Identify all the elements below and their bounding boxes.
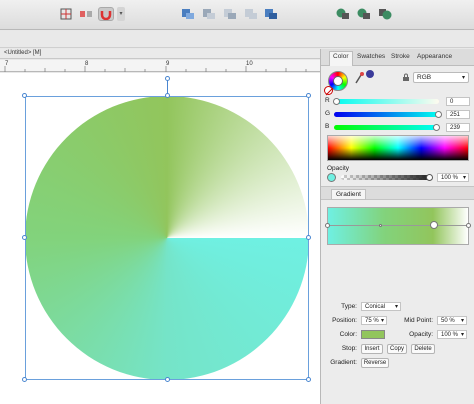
context-toolbar: [0, 31, 474, 48]
gradient-panel-header: Gradient: [321, 186, 474, 200]
chevron-down-icon: ▾: [394, 304, 398, 310]
position-label: Position:: [332, 317, 357, 324]
snap-magnet-icon[interactable]: [98, 7, 114, 21]
color-spectrum[interactable]: [327, 135, 469, 161]
gradient-stop-selected[interactable]: [430, 221, 438, 229]
gradient-type-select[interactable]: Conical ▾: [361, 302, 401, 311]
ruler-label: 7: [5, 61, 9, 67]
opacity-value-field[interactable]: 100 % ▾: [437, 173, 469, 182]
eyedropper-icon[interactable]: [354, 71, 364, 85]
blue-slider[interactable]: [334, 125, 439, 130]
ruler-label: 10: [246, 61, 253, 67]
stop-label: Stop:: [341, 345, 357, 352]
color-model-value: RGB: [417, 74, 432, 81]
tab-swatches[interactable]: Swatches: [354, 52, 388, 61]
gradient-midpoint[interactable]: [379, 224, 382, 227]
stop-opacity-value: 100 %: [441, 332, 459, 338]
gradient-stop[interactable]: [325, 223, 330, 228]
green-slider-knob[interactable]: [435, 111, 442, 118]
resize-handle-top-left[interactable]: [22, 93, 27, 98]
color-label: Color:: [339, 331, 357, 338]
stop-opacity-label: Opacity:: [409, 331, 433, 338]
red-slider-knob[interactable]: [333, 98, 340, 105]
boolean-add-icon[interactable]: [180, 7, 196, 21]
gradient-type-value: Conical: [365, 304, 386, 310]
rotation-handle[interactable]: [165, 76, 170, 81]
tab-appearance[interactable]: Appearance: [414, 52, 455, 61]
color-model-select[interactable]: RGB ▾: [413, 72, 469, 83]
midpoint-field[interactable]: 50 % ▾: [437, 316, 467, 325]
opacity-swatch: [327, 173, 336, 182]
chevron-down-icon: ▾: [380, 318, 384, 324]
no-fill-icon[interactable]: [324, 86, 334, 96]
resize-handle-right[interactable]: [306, 235, 311, 240]
green-value-field[interactable]: 251: [446, 110, 470, 119]
gradient-stop[interactable]: [466, 223, 471, 228]
delete-stop-button[interactable]: Delete: [411, 344, 435, 354]
resize-handle-left[interactable]: [22, 235, 27, 240]
boolean-divide-icon[interactable]: [263, 7, 279, 21]
chevron-down-icon: ▾: [461, 75, 465, 81]
blue-slider-knob[interactable]: [433, 124, 440, 131]
horizontal-ruler: 7 8 9 10: [0, 60, 320, 72]
midpoint-value: 50 %: [441, 318, 455, 324]
opacity-slider[interactable]: [341, 175, 431, 180]
canvas[interactable]: [0, 73, 320, 404]
green-label: G: [325, 110, 331, 117]
lock-icon[interactable]: [402, 73, 410, 81]
position-field[interactable]: 75 % ▾: [361, 316, 387, 325]
ruler-ticks: [4, 66, 307, 72]
position-value: 75 %: [365, 318, 379, 324]
align-icon[interactable]: [78, 7, 94, 21]
chevron-down-icon: ▾: [460, 318, 464, 324]
document-tab-label: <Untitled> [M]: [4, 50, 42, 56]
insert-stop-button[interactable]: Insert: [361, 344, 383, 354]
selection-bounding-box: [25, 96, 309, 380]
document-tab[interactable]: <Untitled> [M]: [0, 49, 320, 59]
arrange-back-icon[interactable]: [335, 7, 351, 21]
stop-opacity-field[interactable]: 100 % ▾: [437, 330, 467, 339]
resize-handle-top-right[interactable]: [306, 93, 311, 98]
type-label: Type:: [341, 303, 357, 310]
opacity-slider-knob[interactable]: [426, 174, 433, 181]
tab-color[interactable]: Color: [329, 51, 353, 66]
red-label: R: [325, 97, 330, 104]
tab-gradient[interactable]: Gradient: [331, 189, 366, 200]
resize-handle-bottom-right[interactable]: [306, 377, 311, 382]
fill-swatch[interactable]: [333, 76, 343, 86]
stop-color-chip[interactable]: [361, 330, 385, 339]
panel-tab-bar: Color Swatches Stroke Appearance: [321, 49, 474, 66]
blue-value-field[interactable]: 239: [446, 123, 470, 132]
resize-handle-bottom-left[interactable]: [22, 377, 27, 382]
toolbar: ▾: [0, 0, 474, 30]
gradient-label: Gradient:: [330, 359, 357, 366]
red-slider[interactable]: [334, 99, 439, 104]
blue-label: B: [325, 123, 330, 130]
tab-stroke[interactable]: Stroke: [388, 52, 413, 61]
arrange-front-icon[interactable]: [377, 7, 393, 21]
opacity-value: 100 %: [441, 175, 459, 181]
resize-handle-top[interactable]: [165, 93, 170, 98]
gradient-preview-bar[interactable]: [327, 207, 469, 245]
opacity-label: Opacity: [327, 165, 350, 172]
arrange-group-icon[interactable]: [356, 7, 372, 21]
ruler-label: 9: [166, 61, 170, 67]
reverse-gradient-button[interactable]: Reverse: [361, 358, 389, 368]
inspector-panel: Color Swatches Stroke Appearance RGB ▾ R…: [320, 49, 474, 404]
green-slider[interactable]: [334, 112, 439, 117]
midpoint-label: Mid Point:: [404, 317, 433, 324]
red-value-field[interactable]: 0: [446, 97, 470, 106]
ruler-label: 8: [85, 61, 89, 67]
chevron-down-icon: ▾: [462, 175, 466, 181]
current-color-dot[interactable]: [366, 70, 374, 78]
boolean-xor-icon[interactable]: [243, 7, 259, 21]
snap-options-dropdown[interactable]: ▾: [117, 7, 125, 21]
chevron-down-icon: ▾: [460, 332, 464, 338]
copy-stop-button[interactable]: Copy: [387, 344, 407, 354]
boolean-subtract-icon[interactable]: [201, 7, 217, 21]
resize-handle-bottom[interactable]: [165, 377, 170, 382]
gradient-stop-track: [327, 225, 469, 226]
grid-icon[interactable]: [58, 7, 74, 21]
boolean-intersect-icon[interactable]: [222, 7, 238, 21]
